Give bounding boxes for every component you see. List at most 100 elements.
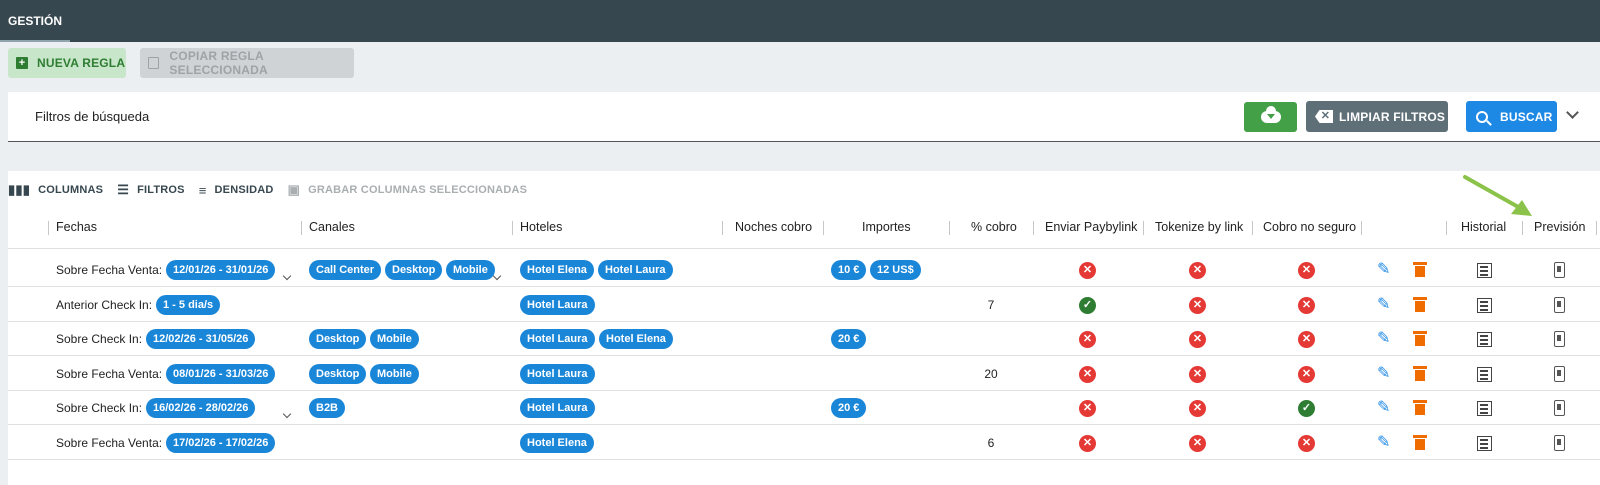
- cancel-circle-icon: ✕: [1189, 331, 1206, 348]
- channel-chip: B2B: [309, 398, 346, 418]
- columns-icon: ▮▮▮: [8, 182, 31, 197]
- channel-chip: Desktop: [385, 260, 443, 280]
- channel-chip: Mobile: [446, 260, 495, 280]
- delete-icon[interactable]: [1413, 331, 1427, 346]
- column-separator[interactable]: [301, 221, 302, 235]
- forecast-icon[interactable]: [1554, 400, 1565, 416]
- row-date-label: Sobre Check In:: [56, 332, 143, 346]
- edit-icon[interactable]: ✎: [1377, 297, 1393, 313]
- filter-icon: ☰: [117, 182, 130, 197]
- edit-icon[interactable]: ✎: [1377, 400, 1393, 416]
- new-rule-button[interactable]: + NUEVA REGLA: [8, 48, 126, 78]
- edit-icon[interactable]: ✎: [1377, 331, 1393, 347]
- save-columns-label: GRABAR COLUMNAS SELECCIONADAS: [308, 184, 528, 196]
- column-separator[interactable]: [1252, 221, 1253, 235]
- amount-chip: 20 €: [831, 398, 867, 418]
- header-tokenize-by-link[interactable]: Tokenize by link: [1155, 220, 1243, 234]
- amount-chip: 20 €: [831, 329, 867, 349]
- header-porcentaje-cobro[interactable]: % cobro: [971, 220, 1017, 234]
- cancel-circle-icon: ✕: [1298, 297, 1315, 314]
- row-divider: [8, 355, 1600, 356]
- column-separator[interactable]: [1446, 221, 1447, 235]
- forecast-icon[interactable]: [1554, 331, 1565, 347]
- channel-chip: Desktop: [309, 364, 367, 384]
- header-divider: [8, 248, 1600, 249]
- column-separator[interactable]: [949, 221, 950, 235]
- forecast-icon[interactable]: [1554, 297, 1565, 313]
- download-button[interactable]: [1244, 102, 1297, 132]
- backspace-icon: ✕: [1315, 110, 1333, 123]
- header-prevision[interactable]: Previsión: [1534, 220, 1585, 234]
- hotel-chip: Hotel Laura: [520, 329, 595, 349]
- hotel-chip: Hotel Elena: [599, 329, 673, 349]
- row-divider: [8, 286, 1600, 287]
- percent-value: 7: [987, 298, 995, 312]
- density-icon: ≡: [198, 182, 207, 198]
- date-chip: 1 - 5 dia/s: [156, 295, 221, 315]
- cancel-circle-icon: ✕: [1189, 400, 1206, 417]
- row-divider: [8, 459, 1600, 460]
- check-circle-icon: ✓: [1298, 400, 1315, 417]
- tab-gestion[interactable]: GESTIÓN: [0, 0, 71, 42]
- clear-filters-button[interactable]: ✕ LIMPIAR FILTROS: [1306, 101, 1448, 132]
- cancel-circle-icon: ✕: [1189, 297, 1206, 314]
- percent-value: 6: [987, 436, 995, 450]
- clear-filters-label: LIMPIAR FILTROS: [1339, 109, 1446, 124]
- columns-button[interactable]: ▮▮▮ COLUMNAS: [8, 182, 103, 198]
- history-icon[interactable]: [1477, 298, 1492, 313]
- delete-icon[interactable]: [1413, 297, 1427, 312]
- forecast-icon[interactable]: [1554, 366, 1565, 382]
- cancel-circle-icon: ✕: [1189, 262, 1206, 279]
- copy-rule-button[interactable]: COPIAR REGLA SELECCIONADA: [140, 48, 354, 78]
- column-separator[interactable]: [1522, 221, 1523, 235]
- column-separator[interactable]: [1033, 221, 1034, 235]
- delete-icon[interactable]: [1413, 400, 1427, 415]
- history-icon[interactable]: [1477, 436, 1492, 451]
- delete-icon[interactable]: [1413, 435, 1427, 450]
- edit-icon[interactable]: ✎: [1377, 435, 1393, 451]
- header-enviar-paybylink[interactable]: Enviar Paybylink: [1045, 220, 1137, 234]
- plus-icon: +: [16, 57, 28, 69]
- date-chip: 17/02/26 - 17/02/26: [166, 433, 276, 453]
- edit-icon[interactable]: ✎: [1377, 366, 1393, 382]
- history-icon[interactable]: [1477, 332, 1492, 347]
- save-columns-button[interactable]: ▣ GRABAR COLUMNAS SELECCIONADAS: [288, 182, 528, 198]
- header-importes[interactable]: Importes: [862, 220, 911, 234]
- column-separator[interactable]: [1361, 221, 1362, 235]
- column-separator[interactable]: [823, 221, 824, 235]
- column-separator[interactable]: [48, 221, 49, 235]
- header-historial[interactable]: Historial: [1461, 220, 1506, 234]
- cloud-download-icon: [1260, 106, 1281, 123]
- delete-icon[interactable]: [1413, 366, 1427, 381]
- channel-chip: Mobile: [370, 329, 419, 349]
- hotel-chip: Hotel Laura: [520, 398, 595, 418]
- edit-icon[interactable]: ✎: [1377, 262, 1393, 278]
- filters-button[interactable]: ☰ FILTROS: [117, 182, 185, 198]
- column-separator[interactable]: [1596, 221, 1597, 235]
- cancel-circle-icon: ✕: [1189, 366, 1206, 383]
- column-separator[interactable]: [512, 221, 513, 235]
- header-cobro-no-seguro[interactable]: Cobro no seguro: [1263, 220, 1356, 234]
- header-canales[interactable]: Canales: [309, 220, 355, 234]
- history-icon[interactable]: [1477, 401, 1492, 416]
- date-chip: 12/01/26 - 31/01/26: [166, 260, 276, 280]
- column-separator[interactable]: [722, 221, 723, 235]
- filters-title: Filtros de búsqueda: [35, 109, 150, 124]
- search-button[interactable]: BUSCAR: [1466, 101, 1557, 132]
- header-hoteles[interactable]: Hoteles: [520, 220, 562, 234]
- history-icon[interactable]: [1477, 367, 1492, 382]
- green-arrow-annotation: [1463, 175, 1532, 216]
- delete-icon[interactable]: [1413, 262, 1427, 277]
- channel-chip: Mobile: [370, 364, 419, 384]
- density-button[interactable]: ≡ DENSIDAD: [199, 183, 274, 198]
- forecast-icon[interactable]: [1554, 435, 1565, 451]
- history-icon[interactable]: [1477, 263, 1492, 278]
- cancel-circle-icon: ✕: [1079, 366, 1096, 383]
- cancel-circle-icon: ✕: [1298, 331, 1315, 348]
- cancel-circle-icon: ✕: [1079, 331, 1096, 348]
- forecast-icon[interactable]: [1554, 262, 1565, 278]
- column-separator[interactable]: [1143, 221, 1144, 235]
- percent-value: 20: [984, 367, 998, 381]
- header-fechas[interactable]: Fechas: [56, 220, 97, 234]
- header-noches-cobro[interactable]: Noches cobro: [735, 220, 812, 234]
